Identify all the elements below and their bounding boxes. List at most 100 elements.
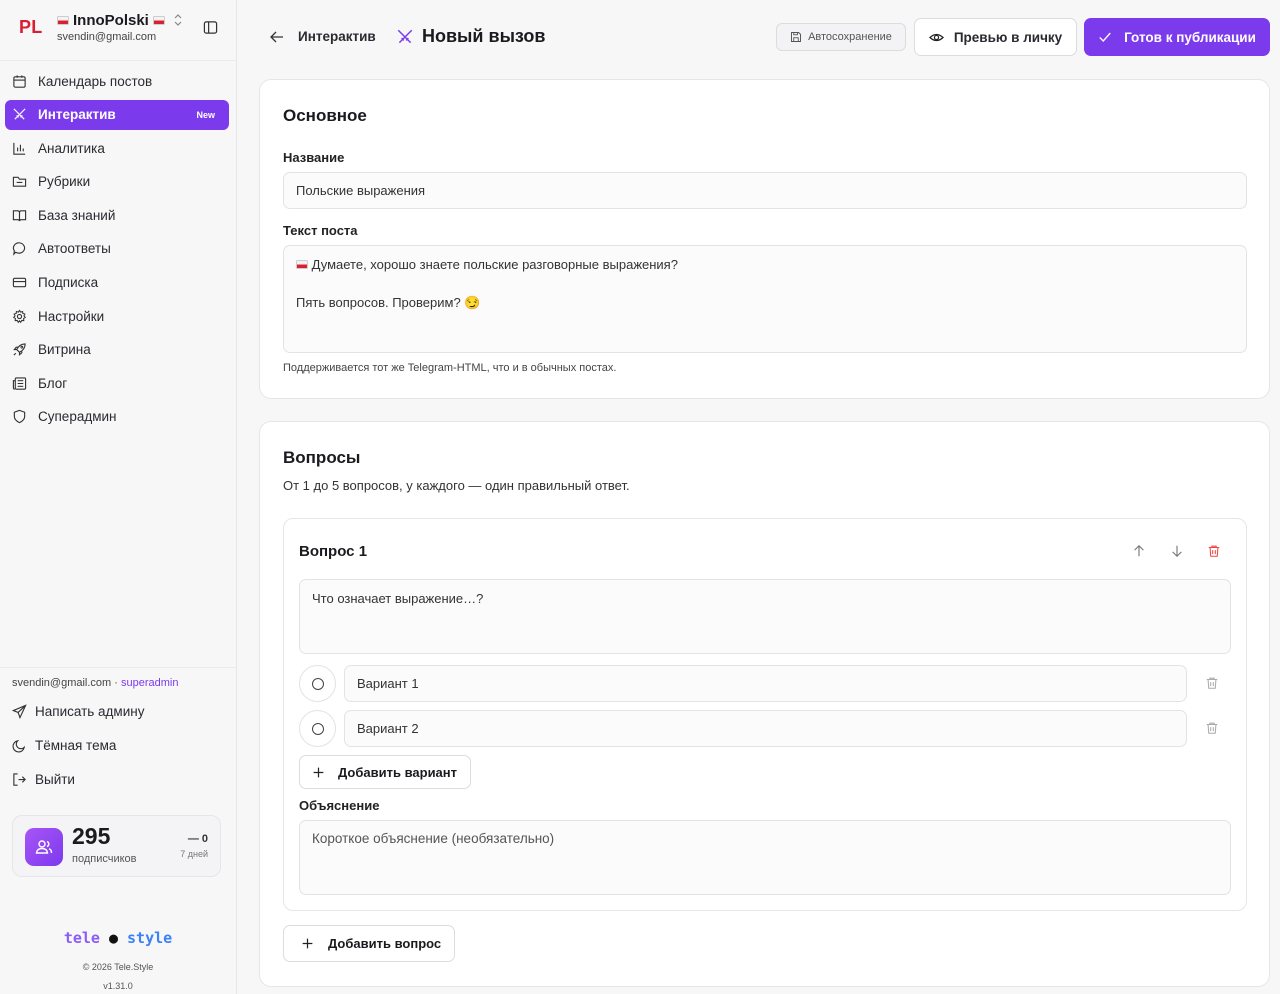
name-value: Польские выражения bbox=[296, 183, 426, 198]
move-down-icon[interactable] bbox=[1170, 544, 1184, 558]
preview-label: Превью в личку bbox=[953, 29, 1063, 45]
users-icon bbox=[25, 828, 63, 866]
trash-icon[interactable] bbox=[1205, 676, 1219, 690]
sidebar-item-label: Подписка bbox=[38, 275, 99, 291]
teleStyle-logo: tele ● style bbox=[0, 929, 236, 947]
sidebar-item-label: Календарь постов bbox=[38, 73, 153, 89]
sidebar-item-interactive[interactable]: Интерактив New bbox=[5, 99, 229, 130]
plus-icon bbox=[302, 938, 313, 949]
bar-chart-icon bbox=[13, 142, 26, 155]
subscribers-label: подписчиков bbox=[72, 853, 137, 865]
page-header: Интерактив Новый вызов Автосохранение Пр… bbox=[237, 0, 1280, 75]
send-icon bbox=[12, 704, 27, 719]
autosave-label: Автосохранение bbox=[808, 31, 892, 43]
channel-switcher[interactable]: PL InnoPolski svendin@gmail.com bbox=[0, 0, 236, 61]
post-text-line1: Думаете, хорошо знаете польские разговор… bbox=[296, 257, 678, 272]
radio-circle bbox=[311, 677, 324, 690]
sidebar-item-label: Блог bbox=[38, 375, 68, 391]
swords-icon bbox=[13, 108, 26, 120]
message-icon bbox=[12, 242, 26, 257]
back-arrow-icon[interactable] bbox=[269, 29, 285, 45]
name-input[interactable]: Польские выражения bbox=[283, 172, 1247, 209]
sidebar-item-rubrics[interactable]: Рубрики bbox=[5, 167, 229, 197]
sidebar-item-label: Автоответы bbox=[38, 241, 111, 257]
gear-icon bbox=[12, 309, 27, 323]
breadcrumb[interactable]: Интерактив bbox=[298, 29, 376, 44]
question-card: Вопрос 1 Что означает выражение…? Вариан… bbox=[283, 518, 1247, 911]
section-heading: Основное bbox=[283, 106, 367, 125]
sidebar-nav: Календарь постов Интерактив New Аналитик… bbox=[5, 66, 229, 436]
rocket-icon bbox=[13, 343, 26, 357]
post-text-label: Текст поста bbox=[283, 223, 358, 238]
question-title: Вопрос 1 bbox=[299, 543, 368, 560]
book-icon bbox=[12, 210, 27, 222]
write-admin-label: Написать админу bbox=[35, 704, 145, 719]
add-question-label: Добавить вопрос bbox=[328, 936, 442, 951]
post-text-line2: Пять вопросов. Проверим? 😏 bbox=[296, 295, 481, 310]
dark-theme-label: Тёмная тема bbox=[35, 738, 117, 753]
logout-link[interactable]: Выйти bbox=[12, 772, 75, 787]
sidebar-item-label: Рубрики bbox=[38, 174, 91, 190]
logo-dot: ● bbox=[99, 929, 128, 947]
sidebar-item-label: Интерактив bbox=[38, 107, 116, 123]
section-heading: Вопросы bbox=[283, 448, 361, 467]
plus-icon bbox=[313, 767, 324, 777]
poland-flag-icon bbox=[296, 260, 308, 269]
sidebar-item-label: База знаний bbox=[38, 207, 116, 223]
option-placeholder: Вариант 2 bbox=[357, 721, 419, 736]
logout-icon bbox=[13, 773, 26, 786]
dark-theme-toggle[interactable]: Тёмная тема bbox=[12, 738, 116, 753]
trash-icon[interactable] bbox=[1205, 721, 1219, 735]
check-icon bbox=[1099, 32, 1111, 42]
calendar-icon bbox=[13, 74, 26, 88]
user-separator: · bbox=[111, 677, 121, 689]
html-hint: Поддерживается тот же Telegram-HTML, что… bbox=[283, 362, 617, 374]
logo-part1: tele bbox=[63, 929, 100, 947]
folder-icon bbox=[12, 177, 27, 188]
publish-label: Готов к публикации bbox=[1124, 29, 1256, 45]
logo-part2: style bbox=[127, 929, 173, 947]
sidebar-item-analytics[interactable]: Аналитика bbox=[5, 133, 229, 163]
preview-button[interactable]: Превью в личку bbox=[914, 18, 1077, 56]
sidebar-item-blog[interactable]: Блог bbox=[5, 368, 229, 398]
trash-icon[interactable] bbox=[1207, 544, 1221, 558]
shield-icon bbox=[13, 410, 26, 424]
add-option-button[interactable]: Добавить вариант bbox=[299, 755, 471, 789]
correct-answer-radio[interactable] bbox=[299, 710, 336, 747]
channel-logo: PL bbox=[19, 17, 43, 37]
user-role: superadmin bbox=[121, 677, 179, 689]
logout-label: Выйти bbox=[35, 772, 75, 787]
new-badge: New bbox=[196, 109, 215, 120]
explanation-input[interactable]: Короткое объяснение (необязательно) bbox=[299, 820, 1231, 895]
explanation-label: Объяснение bbox=[299, 798, 380, 813]
sidebar-footer: svendin@gmail.com · superadmin Написать … bbox=[0, 667, 236, 787]
option-input[interactable]: Вариант 2 bbox=[344, 710, 1187, 747]
basic-section: Основное Название Польские выражения Тек… bbox=[259, 79, 1270, 399]
sidebar-toggle-icon[interactable] bbox=[203, 20, 218, 35]
sidebar-item-superadmin[interactable]: Суперадмин bbox=[5, 402, 229, 432]
sidebar-item-label: Аналитика bbox=[38, 140, 105, 156]
write-admin-link[interactable]: Написать админу bbox=[12, 704, 144, 719]
sidebar-item-autoreplies[interactable]: Автоответы bbox=[5, 234, 229, 264]
question-text-input[interactable]: Что означает выражение…? bbox=[299, 579, 1231, 654]
eye-icon bbox=[928, 33, 944, 41]
post-text-input[interactable]: Думаете, хорошо знаете польские разговор… bbox=[283, 245, 1247, 353]
subscribers-period: 7 дней bbox=[180, 849, 208, 859]
app-version: v1.31.0 bbox=[103, 981, 133, 991]
publish-button[interactable]: Готов к публикации bbox=[1084, 18, 1270, 56]
subscribers-count: 295 bbox=[72, 823, 111, 849]
sidebar-item-knowledge-base[interactable]: База знаний bbox=[5, 200, 229, 230]
move-up-icon[interactable] bbox=[1132, 544, 1146, 558]
credit-card-icon bbox=[12, 277, 27, 288]
sidebar-item-showcase[interactable]: Витрина bbox=[5, 335, 229, 365]
add-question-button[interactable]: Добавить вопрос bbox=[283, 925, 455, 962]
questions-section: Вопросы От 1 до 5 вопросов, у каждого — … bbox=[259, 421, 1270, 987]
option-input[interactable]: Вариант 1 bbox=[344, 665, 1187, 702]
sidebar-item-calendar[interactable]: Календарь постов bbox=[5, 66, 229, 96]
sidebar-item-subscription[interactable]: Подписка bbox=[5, 268, 229, 298]
sidebar-item-label: Суперадмин bbox=[38, 409, 117, 425]
sidebar-item-settings[interactable]: Настройки bbox=[5, 301, 229, 331]
user-info: svendin@gmail.com · superadmin bbox=[12, 677, 178, 689]
correct-answer-radio[interactable] bbox=[299, 665, 336, 702]
page-title: Новый вызов bbox=[422, 26, 546, 46]
